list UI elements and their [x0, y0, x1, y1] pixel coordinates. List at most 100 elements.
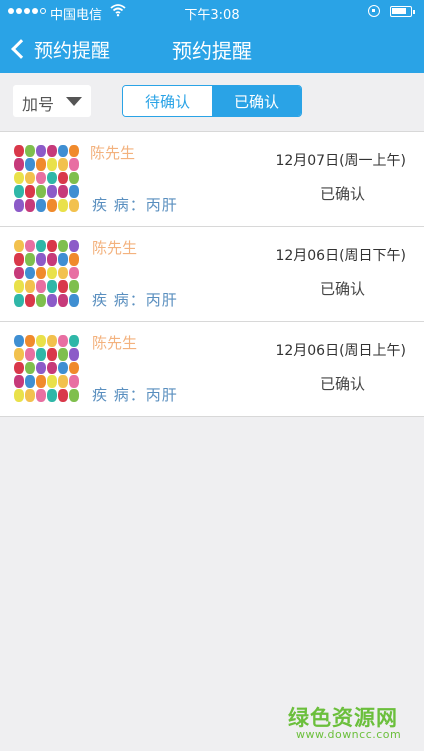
disease-label: 疾 病：丙肝	[92, 291, 178, 309]
avatar	[13, 334, 79, 402]
status-time: 下午3:08	[184, 8, 240, 23]
yarn-swatch	[13, 198, 24, 212]
yarn-swatch	[13, 144, 24, 158]
yarn-swatch	[46, 266, 57, 280]
yarn-swatch	[35, 348, 46, 361]
appointment-date: 12月06日(周日下午)	[275, 248, 406, 264]
yarn-swatch	[57, 375, 68, 388]
patient-name: 陈先生	[90, 144, 136, 162]
yarn-swatch	[46, 158, 57, 171]
yarn-swatch	[68, 293, 79, 307]
yarn-swatch	[24, 293, 35, 307]
page-title: 预约提醒	[172, 39, 252, 63]
yarn-swatch	[57, 280, 68, 293]
yarn-swatch	[57, 239, 68, 253]
appointment-item[interactable]: 陈先生 疾 病：丙肝 12月06日(周日下午) 已确认	[0, 227, 424, 322]
yarn-swatch	[13, 280, 24, 293]
yarn-swatch	[57, 361, 68, 375]
yarn-swatch	[68, 158, 79, 171]
yarn-swatch	[35, 388, 46, 402]
yarn-swatch	[46, 253, 57, 266]
appointment-list: 陈先生 疾 病：丙肝 12月07日(周一上午) 已确认 陈先生 疾 病：丙肝 1…	[0, 131, 424, 417]
yarn-swatch	[13, 266, 24, 280]
yarn-swatch	[13, 388, 24, 402]
yarn-swatch	[13, 253, 24, 266]
yarn-swatch	[57, 171, 68, 185]
orientation-lock-icon	[368, 5, 380, 17]
yarn-swatch	[68, 144, 79, 158]
dropdown-arrow-icon	[66, 97, 82, 106]
yarn-swatch	[24, 239, 35, 253]
filter-label: 加号	[22, 95, 55, 114]
yarn-swatch	[46, 185, 57, 198]
yarn-swatch	[24, 348, 35, 361]
status-tabs: 待确认 已确认	[122, 85, 302, 117]
yarn-swatch	[35, 375, 46, 388]
appointment-status: 已确认	[320, 375, 366, 393]
yarn-swatch	[46, 348, 57, 361]
battery-icon	[390, 6, 415, 17]
yarn-swatch	[46, 198, 57, 212]
yarn-swatch	[57, 198, 68, 212]
appointment-item[interactable]: 陈先生 疾 病：丙肝 12月06日(周日上午) 已确认	[0, 322, 424, 417]
yarn-swatch	[24, 266, 35, 280]
yarn-swatch	[57, 334, 68, 348]
appointment-status: 已确认	[320, 280, 366, 298]
yarn-swatch	[24, 144, 35, 158]
yarn-swatch	[13, 334, 24, 348]
yarn-swatch	[46, 293, 57, 307]
patient-name: 陈先生	[92, 239, 138, 257]
yarn-swatch	[57, 185, 68, 198]
disease-label: 疾 病：丙肝	[92, 196, 178, 214]
yarn-swatch	[24, 158, 35, 171]
yarn-swatch	[35, 266, 46, 280]
yarn-swatch	[35, 171, 46, 185]
appointment-item[interactable]: 陈先生 疾 病：丙肝 12月07日(周一上午) 已确认	[0, 132, 424, 227]
yarn-swatch	[35, 144, 46, 158]
yarn-swatch	[68, 266, 79, 280]
appointment-date: 12月07日(周一上午)	[275, 153, 406, 169]
yarn-swatch	[35, 198, 46, 212]
appointment-date: 12月06日(周日上午)	[275, 343, 406, 359]
yarn-swatch	[24, 361, 35, 375]
yarn-swatch	[24, 334, 35, 348]
yarn-swatch	[24, 388, 35, 402]
yarn-swatch	[57, 144, 68, 158]
tab-confirmed[interactable]: 已确认	[212, 86, 301, 116]
yarn-swatch	[57, 266, 68, 280]
header: 中国电信 下午3:08 预约提醒 预约提醒	[0, 0, 424, 73]
yarn-swatch	[57, 293, 68, 307]
yarn-swatch	[13, 361, 24, 375]
yarn-swatch	[24, 198, 35, 212]
filter-dropdown[interactable]: 加号	[13, 85, 91, 117]
yarn-swatch	[68, 280, 79, 293]
yarn-swatch	[35, 293, 46, 307]
yarn-swatch	[13, 348, 24, 361]
yarn-swatch	[46, 388, 57, 402]
yarn-swatch	[68, 375, 79, 388]
yarn-swatch	[24, 253, 35, 266]
appointment-status: 已确认	[320, 185, 366, 203]
yarn-swatch	[57, 348, 68, 361]
app-screen: 中国电信 下午3:08 预约提醒 预约提醒 加号 待确认 已确认 陈先生 疾 病…	[0, 0, 424, 751]
avatar	[13, 239, 79, 307]
yarn-swatch	[68, 388, 79, 402]
yarn-swatch	[35, 361, 46, 375]
yarn-swatch	[68, 361, 79, 375]
yarn-swatch	[35, 158, 46, 171]
yarn-swatch	[68, 253, 79, 266]
yarn-swatch	[68, 348, 79, 361]
yarn-swatch	[24, 185, 35, 198]
yarn-swatch	[13, 171, 24, 185]
yarn-swatch	[35, 280, 46, 293]
yarn-swatch	[46, 144, 57, 158]
yarn-swatch	[46, 280, 57, 293]
disease-label: 疾 病：丙肝	[92, 386, 178, 404]
yarn-swatch	[35, 185, 46, 198]
watermark-url: www.downcc.com	[296, 728, 402, 741]
yarn-swatch	[68, 334, 79, 348]
yarn-swatch	[13, 239, 24, 253]
yarn-swatch	[35, 239, 46, 253]
yarn-swatch	[13, 293, 24, 307]
tab-pending[interactable]: 待确认	[123, 86, 212, 116]
